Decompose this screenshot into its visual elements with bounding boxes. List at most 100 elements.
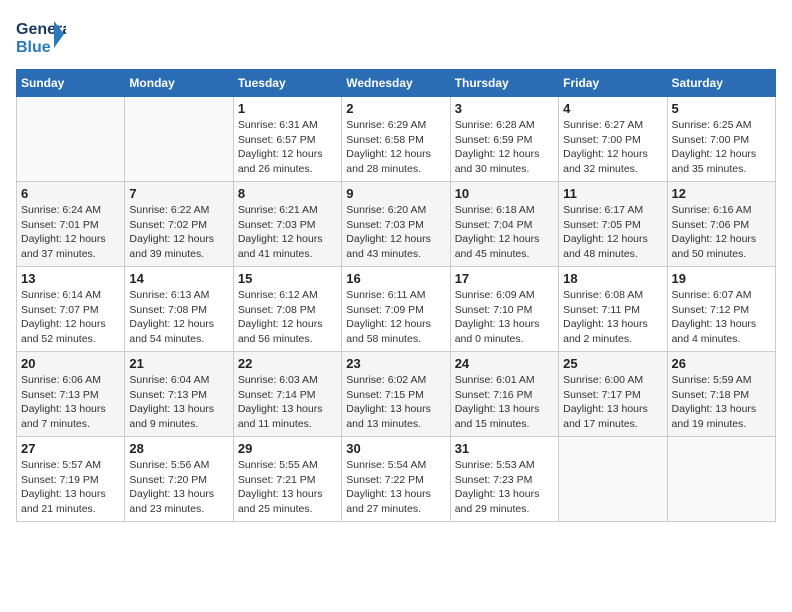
day-number: 1 <box>238 101 337 116</box>
cell-content: Sunrise: 5:55 AM Sunset: 7:21 PM Dayligh… <box>238 458 337 517</box>
calendar-cell <box>667 437 775 522</box>
calendar-cell <box>559 437 667 522</box>
day-number: 28 <box>129 441 228 456</box>
cell-content: Sunrise: 6:11 AM Sunset: 7:09 PM Dayligh… <box>346 288 445 347</box>
cell-content: Sunrise: 5:57 AM Sunset: 7:19 PM Dayligh… <box>21 458 120 517</box>
calendar-cell: 26 Sunrise: 5:59 AM Sunset: 7:18 PM Dayli… <box>667 352 775 437</box>
day-number: 9 <box>346 186 445 201</box>
day-header-saturday: Saturday <box>667 70 775 97</box>
cell-content: Sunrise: 6:08 AM Sunset: 7:11 PM Dayligh… <box>563 288 662 347</box>
cell-content: Sunrise: 5:56 AM Sunset: 7:20 PM Dayligh… <box>129 458 228 517</box>
cell-content: Sunrise: 6:22 AM Sunset: 7:02 PM Dayligh… <box>129 203 228 262</box>
day-header-wednesday: Wednesday <box>342 70 450 97</box>
week-row-1: 1 Sunrise: 6:31 AM Sunset: 6:57 PM Daylig… <box>17 97 776 182</box>
day-number: 17 <box>455 271 554 286</box>
logo-svg: GeneralBlue <box>16 16 66 61</box>
day-number: 13 <box>21 271 120 286</box>
cell-content: Sunrise: 5:53 AM Sunset: 7:23 PM Dayligh… <box>455 458 554 517</box>
week-row-5: 27 Sunrise: 5:57 AM Sunset: 7:19 PM Dayli… <box>17 437 776 522</box>
cell-content: Sunrise: 6:09 AM Sunset: 7:10 PM Dayligh… <box>455 288 554 347</box>
day-number: 14 <box>129 271 228 286</box>
day-number: 19 <box>672 271 771 286</box>
day-number: 30 <box>346 441 445 456</box>
logo: GeneralBlue <box>16 16 66 61</box>
calendar-cell: 24 Sunrise: 6:01 AM Sunset: 7:16 PM Dayli… <box>450 352 558 437</box>
day-number: 12 <box>672 186 771 201</box>
cell-content: Sunrise: 6:27 AM Sunset: 7:00 PM Dayligh… <box>563 118 662 177</box>
day-number: 25 <box>563 356 662 371</box>
day-number: 10 <box>455 186 554 201</box>
day-number: 21 <box>129 356 228 371</box>
calendar-cell <box>125 97 233 182</box>
cell-content: Sunrise: 6:03 AM Sunset: 7:14 PM Dayligh… <box>238 373 337 432</box>
day-number: 22 <box>238 356 337 371</box>
calendar-cell: 6 Sunrise: 6:24 AM Sunset: 7:01 PM Daylig… <box>17 182 125 267</box>
day-number: 20 <box>21 356 120 371</box>
calendar-cell: 1 Sunrise: 6:31 AM Sunset: 6:57 PM Daylig… <box>233 97 341 182</box>
cell-content: Sunrise: 6:02 AM Sunset: 7:15 PM Dayligh… <box>346 373 445 432</box>
cell-content: Sunrise: 6:07 AM Sunset: 7:12 PM Dayligh… <box>672 288 771 347</box>
cell-content: Sunrise: 6:25 AM Sunset: 7:00 PM Dayligh… <box>672 118 771 177</box>
cell-content: Sunrise: 6:31 AM Sunset: 6:57 PM Dayligh… <box>238 118 337 177</box>
day-number: 24 <box>455 356 554 371</box>
calendar-cell: 17 Sunrise: 6:09 AM Sunset: 7:10 PM Dayli… <box>450 267 558 352</box>
day-header-sunday: Sunday <box>17 70 125 97</box>
calendar-cell: 12Sunrise: 6:16 AM Sunset: 7:06 PM Dayli… <box>667 182 775 267</box>
day-number: 29 <box>238 441 337 456</box>
day-header-friday: Friday <box>559 70 667 97</box>
day-number: 4 <box>563 101 662 116</box>
page-header: GeneralBlue <box>16 16 776 61</box>
week-row-3: 13 Sunrise: 6:14 AM Sunset: 7:07 PM Dayli… <box>17 267 776 352</box>
calendar-cell: 2 Sunrise: 6:29 AM Sunset: 6:58 PM Daylig… <box>342 97 450 182</box>
cell-content: Sunrise: 6:00 AM Sunset: 7:17 PM Dayligh… <box>563 373 662 432</box>
day-number: 6 <box>21 186 120 201</box>
calendar-cell: 20 Sunrise: 6:06 AM Sunset: 7:13 PM Dayli… <box>17 352 125 437</box>
calendar-cell: 7 Sunrise: 6:22 AM Sunset: 7:02 PM Daylig… <box>125 182 233 267</box>
calendar-cell: 9 Sunrise: 6:20 AM Sunset: 7:03 PM Daylig… <box>342 182 450 267</box>
week-row-4: 20 Sunrise: 6:06 AM Sunset: 7:13 PM Dayli… <box>17 352 776 437</box>
calendar-cell: 23 Sunrise: 6:02 AM Sunset: 7:15 PM Dayli… <box>342 352 450 437</box>
day-number: 31 <box>455 441 554 456</box>
calendar-header-row: SundayMondayTuesdayWednesdayThursdayFrid… <box>17 70 776 97</box>
calendar-cell: 27 Sunrise: 5:57 AM Sunset: 7:19 PM Dayli… <box>17 437 125 522</box>
cell-content: Sunrise: 6:01 AM Sunset: 7:16 PM Dayligh… <box>455 373 554 432</box>
day-number: 7 <box>129 186 228 201</box>
calendar-cell: 22 Sunrise: 6:03 AM Sunset: 7:14 PM Dayli… <box>233 352 341 437</box>
day-number: 23 <box>346 356 445 371</box>
calendar-cell: 10 Sunrise: 6:18 AM Sunset: 7:04 PM Dayli… <box>450 182 558 267</box>
calendar-cell: 25 Sunrise: 6:00 AM Sunset: 7:17 PM Dayli… <box>559 352 667 437</box>
cell-content: Sunrise: 5:54 AM Sunset: 7:22 PM Dayligh… <box>346 458 445 517</box>
cell-content: Sunrise: 6:17 AM Sunset: 7:05 PM Dayligh… <box>563 203 662 262</box>
cell-content: Sunrise: 6:24 AM Sunset: 7:01 PM Dayligh… <box>21 203 120 262</box>
day-number: 16 <box>346 271 445 286</box>
cell-content: Sunrise: 6:29 AM Sunset: 6:58 PM Dayligh… <box>346 118 445 177</box>
cell-content: Sunrise: 6:06 AM Sunset: 7:13 PM Dayligh… <box>21 373 120 432</box>
cell-content: Sunrise: 6:28 AM Sunset: 6:59 PM Dayligh… <box>455 118 554 177</box>
day-number: 5 <box>672 101 771 116</box>
calendar-cell: 4 Sunrise: 6:27 AM Sunset: 7:00 PM Daylig… <box>559 97 667 182</box>
calendar-cell: 29 Sunrise: 5:55 AM Sunset: 7:21 PM Dayli… <box>233 437 341 522</box>
day-number: 3 <box>455 101 554 116</box>
calendar-cell: 14 Sunrise: 6:13 AM Sunset: 7:08 PM Dayli… <box>125 267 233 352</box>
day-header-tuesday: Tuesday <box>233 70 341 97</box>
calendar-cell: 5 Sunrise: 6:25 AM Sunset: 7:00 PM Daylig… <box>667 97 775 182</box>
cell-content: Sunrise: 6:14 AM Sunset: 7:07 PM Dayligh… <box>21 288 120 347</box>
cell-content: Sunrise: 6:21 AM Sunset: 7:03 PM Dayligh… <box>238 203 337 262</box>
cell-content: Sunrise: 6:18 AM Sunset: 7:04 PM Dayligh… <box>455 203 554 262</box>
calendar-cell: 15Sunrise: 6:12 AM Sunset: 7:08 PM Dayli… <box>233 267 341 352</box>
calendar-cell: 8Sunrise: 6:21 AM Sunset: 7:03 PM Daylig… <box>233 182 341 267</box>
calendar-cell <box>17 97 125 182</box>
cell-content: Sunrise: 6:04 AM Sunset: 7:13 PM Dayligh… <box>129 373 228 432</box>
cell-content: Sunrise: 6:20 AM Sunset: 7:03 PM Dayligh… <box>346 203 445 262</box>
day-number: 18 <box>563 271 662 286</box>
calendar-cell: 21 Sunrise: 6:04 AM Sunset: 7:13 PM Dayli… <box>125 352 233 437</box>
calendar-cell: 19 Sunrise: 6:07 AM Sunset: 7:12 PM Dayli… <box>667 267 775 352</box>
day-number: 11 <box>563 186 662 201</box>
cell-content: Sunrise: 6:13 AM Sunset: 7:08 PM Dayligh… <box>129 288 228 347</box>
calendar: SundayMondayTuesdayWednesdayThursdayFrid… <box>16 69 776 522</box>
week-row-2: 6 Sunrise: 6:24 AM Sunset: 7:01 PM Daylig… <box>17 182 776 267</box>
day-number: 26 <box>672 356 771 371</box>
cell-content: Sunrise: 5:59 AM Sunset: 7:18 PM Dayligh… <box>672 373 771 432</box>
day-number: 27 <box>21 441 120 456</box>
day-number: 2 <box>346 101 445 116</box>
